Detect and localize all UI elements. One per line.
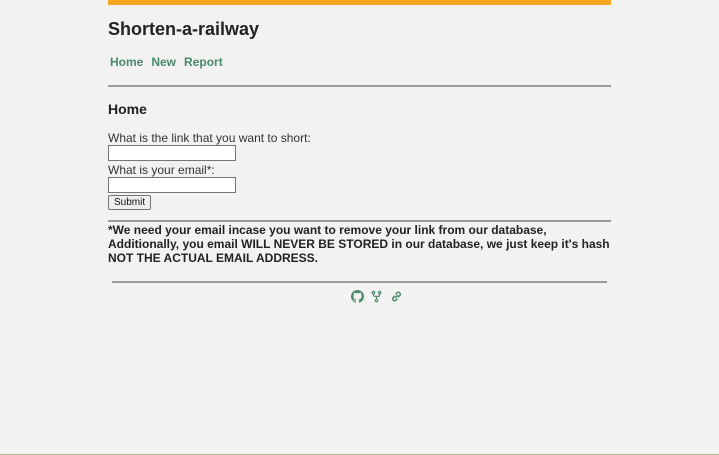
notice-line-2: Additionally, you email WILL NEVER BE ST…	[108, 237, 610, 251]
footer-icons	[108, 290, 647, 303]
form-divider	[108, 220, 611, 222]
notice-line-1: *We need your email incase you want to r…	[108, 223, 547, 237]
notice-line-3: NOT THE ACTUAL EMAIL ADDRESS.	[108, 251, 319, 265]
email-input[interactable]	[108, 177, 236, 193]
email-field-label: What is your email*:	[108, 163, 215, 177]
footer-divider	[112, 281, 607, 283]
link-icon[interactable]	[389, 290, 404, 303]
nav-home-link[interactable]: Home	[110, 55, 143, 69]
nav-report-link[interactable]: Report	[184, 55, 223, 69]
main-nav: Home New Report	[110, 55, 223, 69]
shorten-form: What is the link that you want to short:…	[108, 131, 311, 210]
link-field-label: What is the link that you want to short:	[108, 131, 311, 145]
site-title: Shorten-a-railway	[108, 19, 260, 39]
top-accent-bar	[108, 0, 611, 5]
link-input[interactable]	[108, 145, 236, 161]
github-icon[interactable]	[351, 290, 364, 303]
nav-new-link[interactable]: New	[151, 55, 176, 69]
fork-icon[interactable]	[370, 290, 383, 303]
page-heading: Home	[108, 101, 147, 117]
submit-button[interactable]: Submit	[108, 195, 152, 210]
header-divider	[108, 85, 611, 87]
email-notice: *We need your email incase you want to r…	[108, 223, 611, 265]
